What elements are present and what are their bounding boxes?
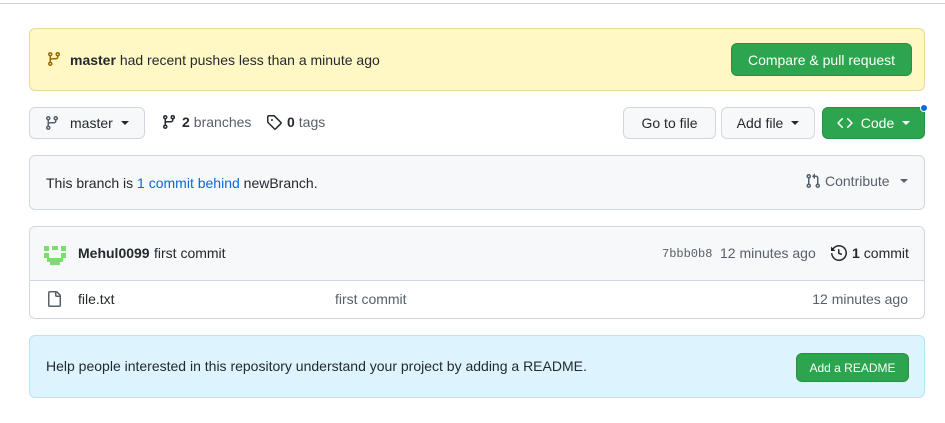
top-border [0,0,945,4]
branch-select-button[interactable]: master [29,107,145,139]
chevron-down-icon [120,121,129,125]
branch-status-text: This branch is 1 commit behind newBranch… [46,173,318,193]
add-file-label: Add file [736,115,784,131]
git-branch-icon [45,116,58,131]
commit-count: 1 [852,245,860,261]
file-commit-time: 12 minutes ago [812,291,908,307]
add-file-button[interactable]: Add file [721,107,815,139]
banner-branch-name: master [70,52,116,68]
tag-icon [267,115,282,130]
avatar[interactable] [44,244,66,266]
chevron-down-icon [899,179,908,183]
chevron-down-icon [791,121,800,125]
tags-count: 0 [287,114,295,130]
code-button[interactable]: Code [822,107,925,139]
branches-link[interactable]: 2 branches [161,114,251,130]
branch-select-label: master [70,115,113,131]
tags-link[interactable]: 0 tags [266,114,325,130]
contribute-dropdown[interactable]: Contribute [805,173,908,189]
branches-label: branches [193,114,252,130]
file-commit-message[interactable]: first commit [335,289,407,309]
commits-behind-link[interactable]: 1 commit behind [137,175,240,191]
commit-author[interactable]: Mehul0099 [78,243,150,263]
banner-message: master had recent pushes less than a min… [70,50,380,70]
branches-count: 2 [182,114,190,130]
chevron-down-icon [902,121,911,125]
go-to-file-button[interactable]: Go to file [623,107,716,139]
file-name[interactable]: file.txt [78,289,115,309]
readme-prompt-text: Help people interested in this repositor… [46,358,587,374]
branch-status-prefix: This branch is [46,175,134,191]
code-button-label: Code [860,115,895,131]
commit-message[interactable]: first commit [154,243,226,263]
readme-prompt: Help people interested in this repositor… [29,335,925,398]
commit-count-label: commit [863,245,909,261]
repo-toolbar: master 2 branches 0 tags Go to file Add … [29,104,928,139]
branch-status-box: This branch is 1 commit behind newBranch… [29,155,925,210]
file-row[interactable]: file.txt first commit 12 minutes ago [30,281,924,318]
git-branch-icon [162,115,175,130]
commit-sha[interactable]: 7bbb0b8 [662,244,712,264]
commit-time: 12 minutes ago [720,245,816,261]
notification-dot [920,104,928,112]
file-icon [48,291,61,307]
pull-request-icon [806,173,821,189]
contribute-label: Contribute [825,173,890,189]
branch-status-suffix: newBranch. [243,175,318,191]
add-readme-button[interactable]: Add a README [796,353,909,382]
latest-commit-row: Mehul0099 first commit 7bbb0b8 12 minute… [30,227,924,281]
file-browser: Mehul0099 first commit 7bbb0b8 12 minute… [29,226,925,319]
git-branch-icon [47,52,60,67]
recent-push-banner: master had recent pushes less than a min… [29,28,925,91]
history-icon [831,245,847,261]
commit-count-link[interactable]: 1 commit [831,243,909,263]
code-icon [837,117,853,129]
banner-text: had recent pushes less than a minute ago [119,52,380,68]
tags-label: tags [298,114,326,130]
compare-pull-request-button[interactable]: Compare & pull request [731,43,912,76]
